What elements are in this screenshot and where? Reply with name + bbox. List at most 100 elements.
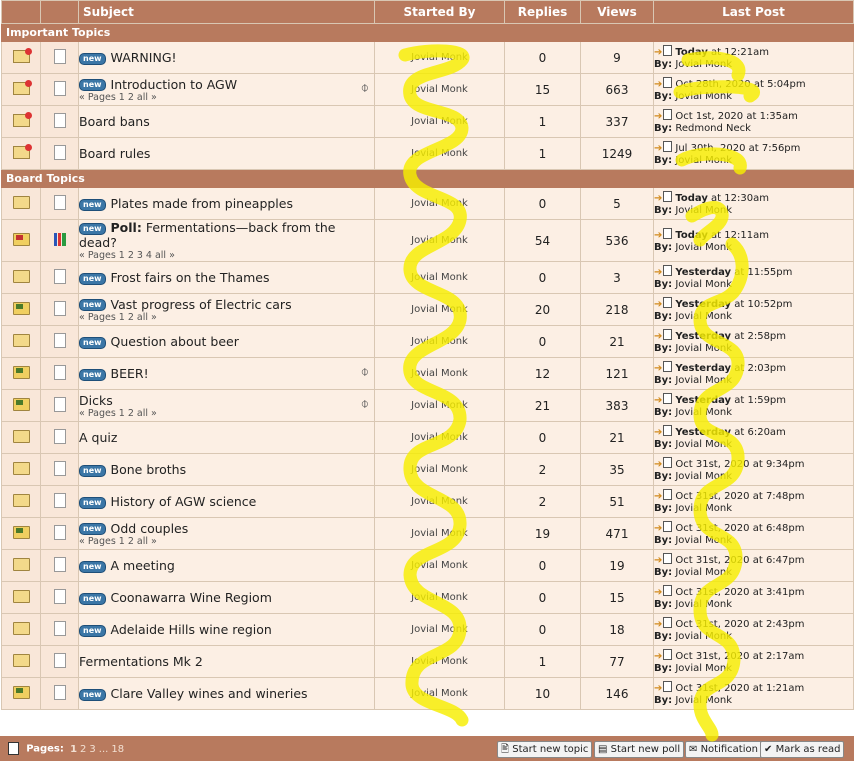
topic-page-link[interactable]: 2 <box>128 312 134 323</box>
table-row[interactable]: new Question about beer Jovial Monk 0 21 ➔ Yes… <box>1 325 854 358</box>
start-new-poll-button[interactable]: ▤ Start new poll <box>594 741 685 758</box>
topic-page-link[interactable]: 3 <box>137 250 143 261</box>
last-post-arrow-icon[interactable]: ➔ <box>654 331 662 342</box>
topic-page-link[interactable]: 1 <box>119 92 125 103</box>
table-row[interactable]: new Odd couples « Pages 1 2 all» Jovial Monk 19… <box>1 517 854 550</box>
new-badge[interactable]: new <box>79 560 106 573</box>
last-post-author[interactable]: Jovial Monk <box>675 663 732 674</box>
topic-title-link[interactable]: BEER! <box>111 366 149 381</box>
topic-page-link[interactable]: all <box>137 92 148 103</box>
last-post-arrow-icon[interactable]: ➔ <box>654 111 662 122</box>
header-last-post[interactable]: Last Post <box>653 0 854 24</box>
last-post-author[interactable]: Jovial Monk <box>675 695 732 706</box>
topic-page-link[interactable]: « Pages <box>79 408 116 419</box>
topic-starter[interactable]: Jovial Monk <box>374 613 505 646</box>
topic-page-link[interactable]: 1 <box>119 250 125 261</box>
topic-starter[interactable]: Jovial Monk <box>374 41 505 74</box>
table-row[interactable]: new History of AGW science Jovial Monk 2 51 ➔… <box>1 485 854 518</box>
last-post-author[interactable]: Jovial Monk <box>675 471 732 482</box>
header-views[interactable]: Views <box>580 0 654 24</box>
last-post-arrow-icon[interactable]: ➔ <box>654 143 662 154</box>
topic-page-link[interactable]: 2 <box>128 250 134 261</box>
topic-page-link[interactable]: all <box>137 536 148 547</box>
topic-page-link[interactable]: « Pages <box>79 312 116 323</box>
last-post-arrow-icon[interactable]: ➔ <box>654 491 662 502</box>
topic-title-link[interactable]: Dicks <box>79 393 113 408</box>
topic-title-link[interactable]: Fermentations Mk 2 <box>79 654 203 669</box>
last-post-arrow-icon[interactable]: ➔ <box>654 619 662 630</box>
topic-title-link[interactable]: Vast progress of Electric cars <box>111 297 292 312</box>
last-post-arrow-icon[interactable]: ➔ <box>654 363 662 374</box>
last-post-arrow-icon[interactable]: ➔ <box>654 230 662 241</box>
topic-starter[interactable]: Jovial Monk <box>374 517 505 550</box>
last-post-arrow-icon[interactable]: ➔ <box>654 47 662 58</box>
topic-title-link[interactable]: A quiz <box>79 430 117 445</box>
table-row[interactable]: Board rules Jovial Monk 1 1249 ➔ Jul 30th, 20… <box>1 137 854 170</box>
new-badge[interactable]: new <box>79 198 106 211</box>
page-link[interactable]: 18 <box>111 744 124 755</box>
last-post-arrow-icon[interactable]: ➔ <box>654 193 662 204</box>
last-post-author[interactable]: Jovial Monk <box>675 279 732 290</box>
topic-starter[interactable]: Jovial Monk <box>374 73 505 106</box>
topic-page-link[interactable]: » <box>151 92 157 103</box>
topic-starter[interactable]: Jovial Monk <box>374 261 505 294</box>
topic-starter[interactable]: Jovial Monk <box>374 581 505 614</box>
new-badge[interactable]: new <box>79 368 106 381</box>
topic-starter[interactable]: Jovial Monk <box>374 357 505 390</box>
last-post-author[interactable]: Jovial Monk <box>675 59 732 70</box>
topic-page-link[interactable]: 2 <box>128 536 134 547</box>
topic-starter[interactable]: Jovial Monk <box>374 325 505 358</box>
last-post-arrow-icon[interactable]: ➔ <box>654 555 662 566</box>
table-row[interactable]: new Clare Valley wines and wineries Jovial… <box>1 677 854 710</box>
table-row[interactable]: new Vast progress of Electric cars « Pages… <box>1 293 854 326</box>
table-row[interactable]: Board bans Jovial Monk 1 337 ➔ Oct 1st, 2020 … <box>1 105 854 138</box>
topic-title-link[interactable]: Adelaide Hills wine region <box>111 622 272 637</box>
new-badge[interactable]: new <box>79 496 106 509</box>
table-row[interactable]: new Coonawarra Wine Regiom Jovial Monk 0 15 ➔… <box>1 581 854 614</box>
topic-page-link[interactable]: 1 <box>119 408 125 419</box>
new-badge[interactable]: new <box>79 592 106 605</box>
last-post-author[interactable]: Jovial Monk <box>675 91 732 102</box>
header-subject[interactable]: Subject <box>78 0 375 24</box>
topic-title-link[interactable]: Bone broths <box>111 462 187 477</box>
last-post-author[interactable]: Jovial Monk <box>675 205 732 216</box>
last-post-arrow-icon[interactable]: ➔ <box>654 299 662 310</box>
table-row[interactable]: new A meeting Jovial Monk 0 19 ➔ Oct 31st, 202… <box>1 549 854 582</box>
new-badge[interactable]: new <box>79 688 106 701</box>
topic-title-link[interactable]: Plates made from pineapples <box>111 196 293 211</box>
start-new-topic-button[interactable]: 🖹 Start new topic <box>497 741 593 758</box>
topic-page-link[interactable]: 2 <box>128 92 134 103</box>
mark-as-read-button[interactable]: ✔ Mark as read <box>760 741 845 758</box>
topic-title-link[interactable]: Coonawarra Wine Regiom <box>111 590 272 605</box>
topic-starter[interactable]: Jovial Monk <box>374 677 505 710</box>
topic-page-link[interactable]: » <box>169 250 175 261</box>
last-post-author[interactable]: Jovial Monk <box>675 503 732 514</box>
topic-starter[interactable]: Jovial Monk <box>374 453 505 486</box>
header-started-by[interactable]: Started By <box>374 0 505 24</box>
last-post-author[interactable]: Jovial Monk <box>675 311 732 322</box>
topic-title-link[interactable]: Clare Valley wines and wineries <box>111 686 308 701</box>
topic-page-link[interactable]: « Pages <box>79 536 116 547</box>
topic-page-link[interactable]: » <box>151 408 157 419</box>
table-row[interactable]: A quiz Jovial Monk 0 21 ➔ Yesterday at 6:20am… <box>1 421 854 454</box>
new-badge[interactable]: new <box>79 52 106 65</box>
topic-title-link[interactable]: Introduction to AGW <box>111 77 238 92</box>
page-link[interactable]: 2 <box>80 744 86 755</box>
new-badge[interactable]: new <box>79 79 106 91</box>
last-post-author[interactable]: Jovial Monk <box>675 599 732 610</box>
last-post-arrow-icon[interactable]: ➔ <box>654 523 662 534</box>
topic-title-link[interactable]: Question about beer <box>111 334 239 349</box>
last-post-author[interactable]: Jovial Monk <box>675 343 732 354</box>
topic-title-link[interactable]: Poll: Fermentations—back from the dead? <box>79 220 336 250</box>
table-row[interactable]: new Bone broths Jovial Monk 2 35 ➔ Oct 31st, 2… <box>1 453 854 486</box>
table-row[interactable]: new Introduction to AGW « Pages 1 2 all» ⌽ Jovi… <box>1 73 854 106</box>
table-row[interactable]: Fermentations Mk 2 Jovial Monk 1 77 ➔ Oct 31s… <box>1 645 854 678</box>
last-post-arrow-icon[interactable]: ➔ <box>654 651 662 662</box>
topic-page-link[interactable]: all <box>137 312 148 323</box>
last-post-author[interactable]: Jovial Monk <box>675 567 732 578</box>
last-post-arrow-icon[interactable]: ➔ <box>654 79 662 90</box>
topic-starter[interactable]: Jovial Monk <box>374 137 505 170</box>
topic-starter[interactable]: Jovial Monk <box>374 485 505 518</box>
table-row[interactable]: new Adelaide Hills wine region Jovial Monk… <box>1 613 854 646</box>
notification-button[interactable]: ✉ Notification <box>685 741 762 758</box>
